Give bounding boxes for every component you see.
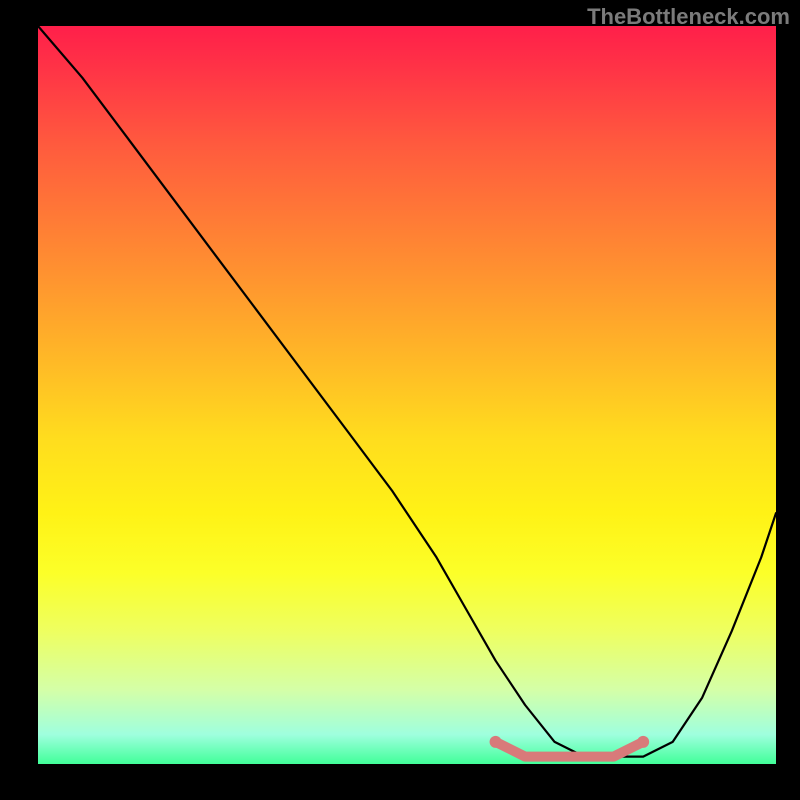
highlight-dot-end [637,736,649,748]
chart-curve [38,26,776,757]
chart-svg [38,26,776,764]
highlight-dot-start [490,736,502,748]
watermark-text: TheBottleneck.com [587,4,790,30]
chart-plot-area [38,26,776,764]
